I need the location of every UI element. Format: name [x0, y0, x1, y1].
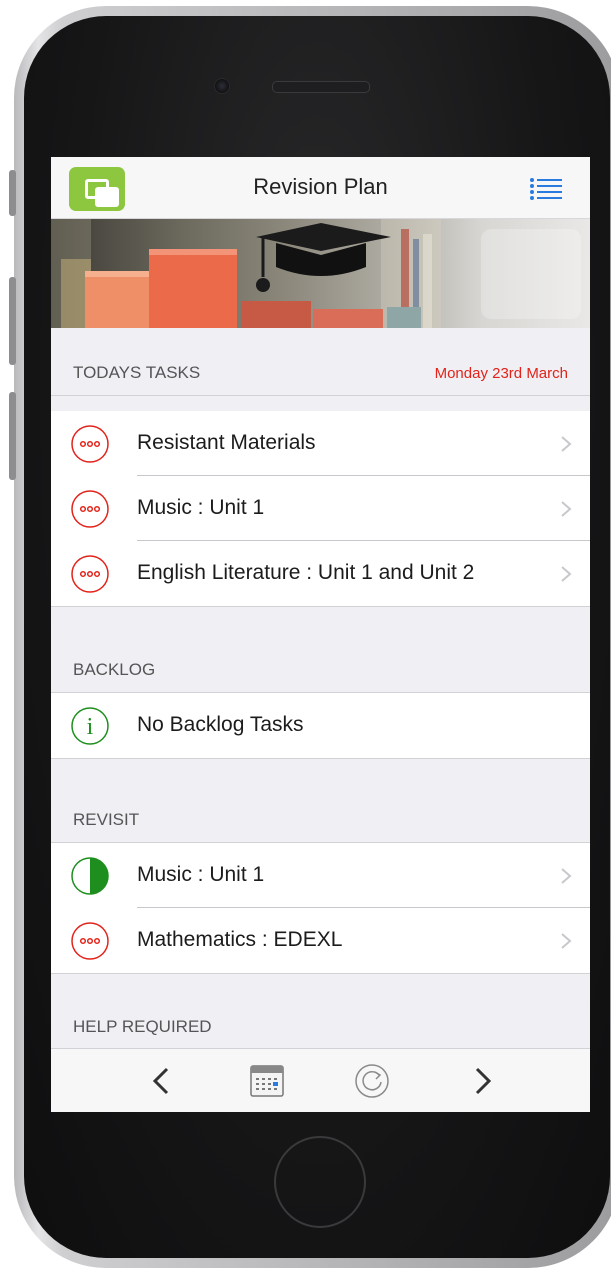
svg-text:i: i	[87, 714, 94, 740]
half-circle-icon	[71, 857, 109, 895]
todays-tasks-header: TODAYS TASKS Monday 23rd March	[51, 340, 590, 396]
app-header: Revision Plan	[51, 157, 590, 219]
mute-switch	[9, 170, 16, 216]
bottom-toolbar	[51, 1048, 590, 1112]
earpiece-speaker	[272, 81, 370, 93]
chevron-right-icon	[561, 501, 572, 517]
chevron-right-icon[interactable]	[461, 1061, 501, 1101]
task-label: Mathematics : EDEXL	[137, 928, 343, 951]
revisit-header: REVISIT	[51, 787, 590, 843]
list-menu-icon[interactable]	[529, 177, 563, 201]
current-date: Monday 23rd March	[434, 365, 568, 382]
list-item[interactable]: Music : Unit 1	[51, 843, 590, 908]
chevron-right-icon	[561, 868, 572, 884]
task-label: English Literature : Unit 1 and Unit 2	[137, 561, 475, 584]
backlog-header: BACKLOG	[51, 637, 590, 693]
volume-down-button	[9, 392, 16, 480]
ellipsis-circle-icon	[71, 425, 109, 463]
todays-tasks-list: Resistant Materials Music : Unit 1 Engli…	[51, 411, 590, 607]
section-label: REVISIT	[73, 810, 140, 829]
list-item[interactable]: Music : Unit 1	[51, 476, 590, 541]
page-title: Revision Plan	[253, 174, 388, 199]
revisit-list: Music : Unit 1 Mathematics : EDEXL	[51, 843, 590, 974]
chevron-right-icon	[561, 566, 572, 582]
ellipsis-circle-icon	[71, 922, 109, 960]
app-screen: Revision Plan TODAYS TASKS Monday 23rd M…	[51, 157, 590, 1112]
section-label: HELP REQUIRED	[73, 1017, 212, 1036]
front-camera	[214, 78, 230, 94]
list-item[interactable]: Mathematics : EDEXL	[51, 908, 590, 973]
list-item: i No Backlog Tasks	[51, 693, 590, 758]
chevron-right-icon	[561, 933, 572, 949]
backlog-list: i No Backlog Tasks	[51, 693, 590, 759]
list-item[interactable]: Resistant Materials	[51, 411, 590, 476]
task-label: Music : Unit 1	[137, 863, 265, 886]
task-label: Resistant Materials	[137, 431, 316, 454]
chevron-right-icon	[561, 436, 572, 452]
calendar-icon[interactable]	[247, 1061, 287, 1101]
status-label: No Backlog Tasks	[137, 713, 304, 736]
refresh-icon[interactable]	[352, 1061, 392, 1101]
home-button[interactable]	[274, 1136, 366, 1228]
section-label: BACKLOG	[73, 660, 156, 679]
list-item[interactable]: English Literature : Unit 1 and Unit 2	[51, 541, 590, 606]
volume-up-button	[9, 277, 16, 365]
header-banner-image	[51, 219, 590, 328]
help-required-header: HELP REQUIRED	[51, 993, 590, 1049]
chevron-left-icon[interactable]	[143, 1061, 183, 1101]
ellipsis-circle-icon	[71, 555, 109, 593]
ellipsis-circle-icon	[71, 490, 109, 528]
info-circle-icon: i	[71, 707, 109, 745]
section-label: TODAYS TASKS	[73, 363, 201, 382]
task-label: Music : Unit 1	[137, 496, 265, 519]
